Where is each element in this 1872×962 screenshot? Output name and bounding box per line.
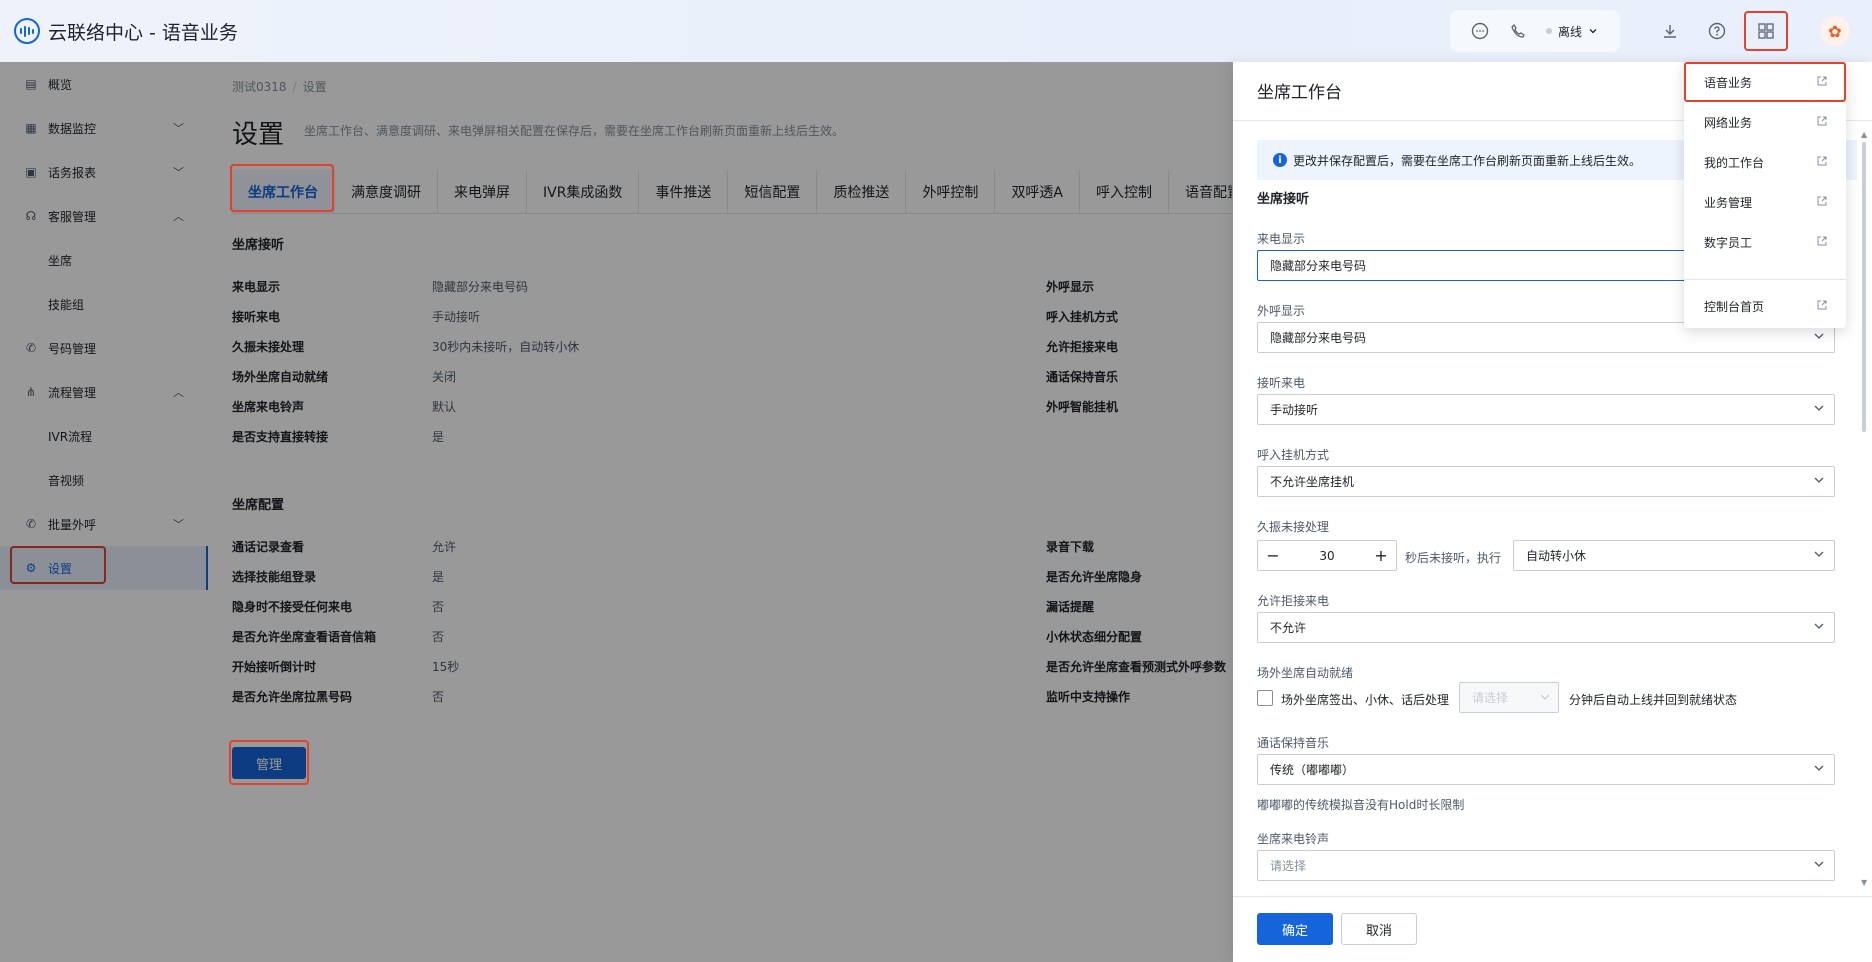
field-label: 久振未接处理 (1257, 520, 1330, 534)
manage-highlight (229, 740, 309, 785)
drawer-section-title: 坐席接听 (1257, 192, 1310, 207)
external-link-icon (1817, 300, 1827, 310)
auto-ready-tail: 分钟后自动上线并回到就绪状态 (1569, 693, 1738, 707)
menu-item-digital-staff[interactable]: 数字员工 (1684, 222, 1846, 262)
external-link-icon (1817, 236, 1827, 246)
minus-button[interactable]: − (1258, 541, 1288, 570)
external-link-icon (1817, 156, 1827, 166)
field-label: 呼入挂机方式 (1257, 448, 1330, 462)
stepper-suffix: 秒后未接听，执行 (1405, 551, 1502, 565)
answer-call-select[interactable]: 手动接听 (1257, 394, 1835, 425)
stepper-value[interactable]: 30 (1288, 549, 1366, 563)
hangup-mode-select[interactable]: 不允许坐席挂机 (1257, 466, 1835, 497)
header-toolbar: 离线 (1450, 10, 1620, 52)
menu-item-network[interactable]: 网络业务 (1684, 102, 1846, 142)
external-link-icon (1817, 196, 1827, 206)
confirm-button[interactable]: 确定 (1257, 913, 1333, 945)
cancel-button[interactable]: 取消 (1341, 913, 1417, 945)
chevron-down-icon (1814, 765, 1824, 771)
scroll-down-icon[interactable]: ▼ (1861, 878, 1867, 887)
hold-music-select[interactable]: 传统（嘟嘟嘟） (1257, 754, 1835, 785)
plus-button[interactable]: + (1366, 541, 1396, 570)
checkbox-label: 场外坐席签出、小休、话后处理 (1281, 693, 1450, 707)
chevron-down-icon (1540, 694, 1550, 700)
menu-highlight (1684, 62, 1846, 102)
app-switcher-button[interactable] (1744, 11, 1788, 51)
chat-icon[interactable] (1470, 21, 1490, 41)
field-label: 场外坐席自动就绪 (1257, 666, 1354, 680)
field-label: 通话保持音乐 (1257, 736, 1330, 750)
chevron-down-icon (1814, 551, 1824, 557)
chevron-down-icon (1589, 29, 1597, 34)
status-dot (1546, 28, 1552, 34)
grid-icon (1758, 23, 1774, 39)
menu-item-my-workbench[interactable]: 我的工作台 (1684, 142, 1846, 182)
help-icon[interactable] (1707, 21, 1727, 41)
phone-icon[interactable] (1508, 21, 1528, 41)
field-label: 坐席来电铃声 (1257, 832, 1330, 846)
drawer-footer: 确定 取消 (1233, 896, 1872, 962)
logo: 云联络中心 - 语音业务 (14, 18, 238, 45)
field-label: 外呼显示 (1257, 304, 1306, 318)
menu-item-console-home[interactable]: 控制台首页 (1684, 286, 1846, 326)
minutes-select[interactable]: 请选择 (1459, 682, 1559, 713)
voice-logo-icon (14, 18, 40, 44)
long-ring-action-select[interactable]: 自动转小休 (1513, 540, 1835, 571)
chevron-down-icon (1814, 333, 1824, 339)
download-icon[interactable] (1660, 21, 1680, 41)
field-label: 接听来电 (1257, 376, 1306, 390)
avatar[interactable]: ✿ (1820, 16, 1850, 46)
modal-overlay[interactable] (0, 62, 1233, 962)
hold-music-hint: 嘟嘟嘟的传统模拟音没有Hold时长限制 (1257, 798, 1465, 812)
chevron-down-icon (1814, 861, 1824, 867)
info-text: 更改并保存配置后，需要在坐席工作台刷新页面重新上线后生效。 (1293, 153, 1642, 168)
drawer-scrollbar[interactable]: ▲ ▼ (1860, 130, 1868, 890)
scroll-thumb[interactable] (1862, 142, 1866, 432)
status-label: 离线 (1558, 24, 1583, 39)
chevron-down-icon (1814, 477, 1824, 483)
scroll-up-icon[interactable]: ▲ (1861, 130, 1867, 139)
info-icon: i (1273, 153, 1287, 167)
allow-reject-select[interactable]: 不允许 (1257, 612, 1835, 643)
drawer-title: 坐席工作台 (1257, 83, 1342, 103)
field-label: 允许拒接来电 (1257, 594, 1330, 608)
seconds-stepper[interactable]: − 30 + (1257, 540, 1397, 571)
auto-ready-checkbox[interactable] (1257, 690, 1273, 706)
chevron-down-icon (1814, 405, 1824, 411)
external-link-icon (1817, 116, 1827, 126)
ringtone-select[interactable]: 请选择 (1257, 850, 1835, 881)
app-title: 云联络中心 - 语音业务 (48, 21, 238, 44)
tab-highlight (230, 164, 334, 212)
chevron-down-icon (1814, 623, 1824, 629)
field-label: 来电显示 (1257, 232, 1306, 246)
menu-item-business-management[interactable]: 业务管理 (1684, 182, 1846, 222)
agent-status-select[interactable]: 离线 (1546, 23, 1598, 40)
divider (1684, 279, 1846, 280)
